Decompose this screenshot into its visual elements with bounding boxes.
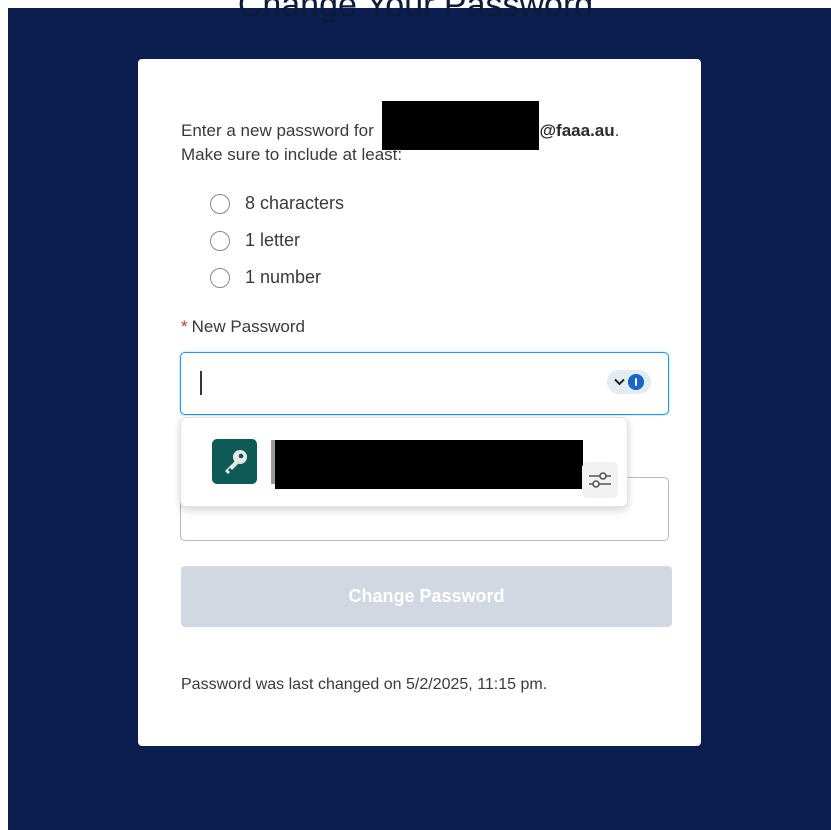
key-icon[interactable] [212,439,257,484]
page-title: Change Your Password [237,0,594,24]
new-password-input[interactable] [180,352,669,415]
requirement-status-radio-icon [210,193,230,214]
requirement-item: 1 letter [210,230,300,251]
requirement-item: 8 characters [210,193,344,214]
redacted-email-username [382,101,540,150]
requirement-status-radio-icon [210,267,230,288]
requirement-label: 1 number [245,267,322,287]
sliders-icon[interactable] [582,462,618,498]
required-marker: * [181,317,188,336]
intro-suffix: . [614,120,620,140]
requirement-label: 8 characters [245,193,345,213]
change-password-button[interactable]: Change Password [181,566,672,627]
last-changed-note: Password was last changed on 5/2/2025, 1… [181,676,548,693]
redacted-suggestion-item[interactable] [275,440,583,489]
requirement-label: 1 letter [245,230,301,250]
requirements-instructions: Make sure to include at least: [181,145,403,164]
chevron-down-icon [614,375,625,389]
1password-icon [628,374,644,390]
change-password-card: Enter a new password for @faaa.au. Make … [138,59,701,746]
password-manager-inline-button[interactable] [607,370,651,394]
requirement-item: 1 number [210,267,321,288]
email-domain: @faaa.au [539,120,615,140]
new-password-label-text: New Password [191,317,305,336]
requirement-status-radio-icon [210,230,230,251]
new-password-label: * New Password [181,317,305,337]
intro-prefix: Enter a new password for [181,120,379,140]
text-cursor [200,371,202,395]
password-manager-suggestion-popup [180,417,628,507]
